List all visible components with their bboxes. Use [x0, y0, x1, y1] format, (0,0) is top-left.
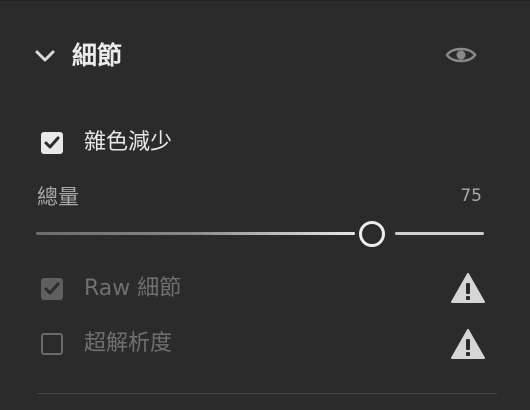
section-header[interactable]: 細節	[0, 28, 530, 84]
amount-label: 總量	[37, 185, 79, 209]
amount-value[interactable]: 75	[460, 184, 482, 208]
super-resolution-row: 超解析度	[0, 328, 530, 362]
slider-track-remaining	[395, 232, 484, 235]
raw-details-label: Raw 細節	[84, 276, 182, 301]
warning-icon	[451, 273, 485, 303]
raw-details-checkbox[interactable]	[41, 278, 63, 300]
section-title: 細節	[72, 41, 123, 70]
noise-reduction-label: 雜色減少	[84, 130, 173, 155]
slider-thumb[interactable]	[359, 221, 385, 247]
checkmark-icon	[44, 282, 60, 295]
bottom-divider	[37, 393, 497, 394]
chevron-down-icon[interactable]	[34, 48, 56, 64]
slider-track-filled	[36, 232, 355, 235]
warning-icon	[451, 329, 485, 359]
eye-icon[interactable]	[444, 44, 478, 66]
top-divider	[0, 0, 530, 1]
super-resolution-label: 超解析度	[84, 331, 173, 356]
details-panel: 細節 雜色減少 總量 75 Raw 細節 超解析度	[0, 0, 530, 410]
noise-reduction-row: 雜色減少	[0, 128, 530, 158]
noise-reduction-checkbox[interactable]	[41, 132, 63, 154]
raw-details-row: Raw 細節	[0, 272, 530, 306]
super-resolution-checkbox[interactable]	[41, 333, 63, 355]
amount-slider[interactable]	[36, 219, 484, 249]
checkmark-icon	[44, 136, 60, 149]
